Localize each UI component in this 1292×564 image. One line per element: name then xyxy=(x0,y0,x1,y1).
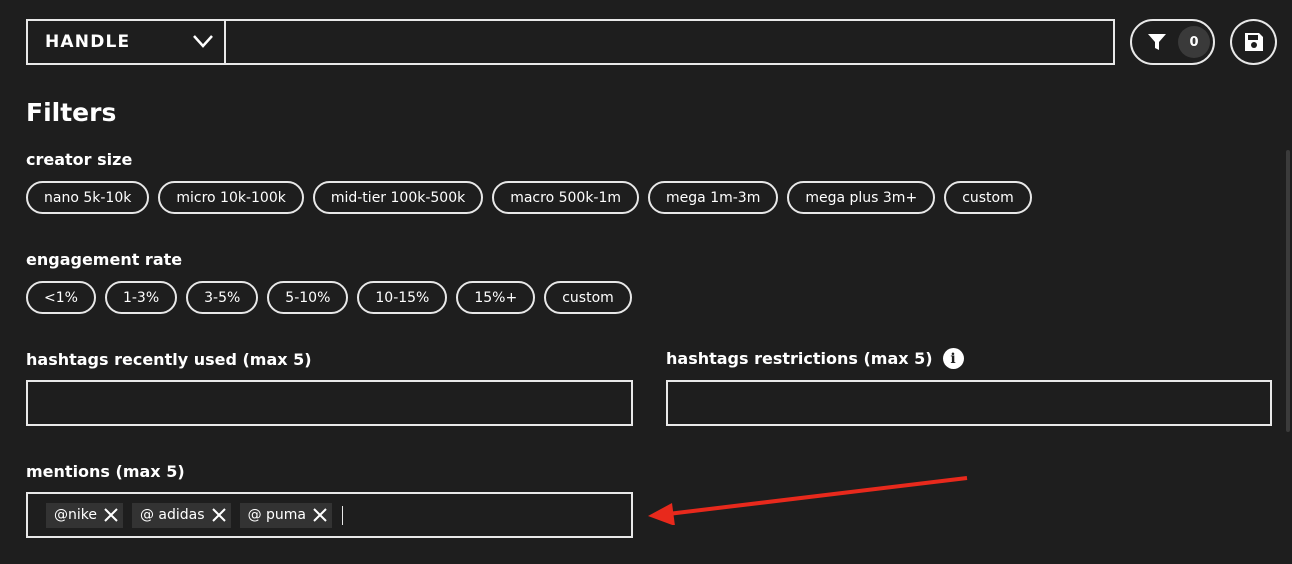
chip-15-plus[interactable]: 15%+ xyxy=(456,281,536,314)
mention-tag: @nike xyxy=(46,502,123,528)
chip-custom-size[interactable]: custom xyxy=(944,181,1032,214)
chip-3-5[interactable]: 3-5% xyxy=(186,281,259,314)
hashtags-used-label: hashtags recently used (max 5) xyxy=(26,350,312,369)
mentions-label: mentions (max 5) xyxy=(26,462,185,481)
hashtags-used-field xyxy=(26,380,633,426)
filters-title: Filters xyxy=(26,98,117,127)
chip-mega[interactable]: mega 1m-3m xyxy=(648,181,779,214)
scrollbar[interactable] xyxy=(1286,150,1290,432)
search-input[interactable] xyxy=(226,21,1113,63)
chip-1-3[interactable]: 1-3% xyxy=(104,281,178,314)
mention-tag: @ adidas xyxy=(131,502,231,528)
engagement-rate-label: engagement rate xyxy=(26,250,183,269)
mention-tag-label: @nike xyxy=(54,507,97,523)
text-caret xyxy=(342,505,343,525)
chip-macro[interactable]: macro 500k-1m xyxy=(492,181,640,214)
filter-count-badge: 0 xyxy=(1178,26,1210,58)
close-icon[interactable] xyxy=(312,507,328,523)
mention-tag-label: @ adidas xyxy=(139,507,205,523)
hashtags-used-input[interactable] xyxy=(28,382,631,424)
chip-custom-rate[interactable]: custom xyxy=(544,281,632,314)
chip-micro[interactable]: micro 10k-100k xyxy=(158,181,304,214)
mentions-input[interactable]: @nike @ adidas @ puma xyxy=(26,492,633,538)
save-button[interactable] xyxy=(1230,19,1277,65)
mention-tag-label: @ puma xyxy=(247,507,306,523)
annotation-arrow xyxy=(648,476,968,525)
chip-mid-tier[interactable]: mid-tier 100k-500k xyxy=(312,181,484,214)
chip-under-1[interactable]: <1% xyxy=(26,281,96,314)
mention-tag: @ puma xyxy=(239,502,332,528)
hashtags-restrictions-field xyxy=(666,380,1272,426)
chevron-down-icon xyxy=(193,35,213,48)
info-icon[interactable]: i xyxy=(942,348,964,369)
hashtags-restrictions-header: hashtags restrictions (max 5) i xyxy=(666,348,964,369)
chip-mega-plus[interactable]: mega plus 3m+ xyxy=(787,181,936,214)
chip-10-15[interactable]: 10-15% xyxy=(357,281,448,314)
creator-size-label: creator size xyxy=(26,150,133,169)
chip-nano[interactable]: nano 5k-10k xyxy=(26,181,150,214)
handle-dropdown-label: HANDLE xyxy=(45,32,131,52)
filter-button[interactable]: 0 xyxy=(1130,19,1215,65)
chip-5-10[interactable]: 5-10% xyxy=(267,281,349,314)
close-icon[interactable] xyxy=(103,507,119,523)
engagement-rate-options: <1% 1-3% 3-5% 5-10% 10-15% 15%+ custom xyxy=(26,281,632,314)
funnel-icon xyxy=(1148,34,1166,50)
hashtags-restrictions-label: hashtags restrictions (max 5) xyxy=(666,349,933,368)
hashtags-restrictions-input[interactable] xyxy=(668,382,1270,424)
creator-size-options: nano 5k-10k micro 10k-100k mid-tier 100k… xyxy=(26,181,1032,214)
handle-dropdown[interactable]: HANDLE xyxy=(28,21,226,63)
floppy-disk-icon xyxy=(1244,33,1263,51)
close-icon[interactable] xyxy=(211,507,227,523)
search-bar: HANDLE xyxy=(26,19,1115,65)
